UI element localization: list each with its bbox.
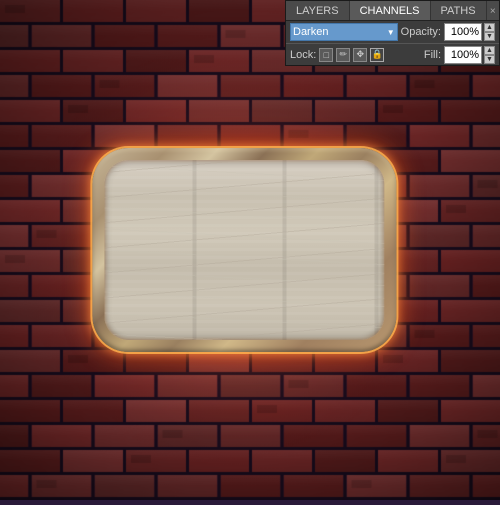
lock-position-button[interactable]: ✥ xyxy=(353,48,367,62)
opacity-input-group: ▲ ▼ xyxy=(444,23,495,41)
tab-layers[interactable]: LAYERS xyxy=(286,1,350,20)
blend-mode-dropdown[interactable]: Darken ▼ xyxy=(290,23,398,41)
fill-label: Fill: xyxy=(424,49,441,61)
canvas-area xyxy=(0,0,500,500)
tab-channels[interactable]: CHANNELS xyxy=(350,1,431,20)
lock-label: Lock: xyxy=(290,49,316,61)
opacity-label: Opacity: xyxy=(401,26,441,38)
opacity-input[interactable] xyxy=(444,23,482,41)
sign-glow-line xyxy=(104,160,384,340)
lock-all-button[interactable]: 🔒 xyxy=(370,48,384,62)
lock-transparent-button[interactable]: □ xyxy=(319,48,333,62)
fill-input-group: ▲ ▼ xyxy=(444,46,495,64)
panel-tabs: LAYERS CHANNELS PATHS × xyxy=(286,1,499,21)
fill-up-button[interactable]: ▲ xyxy=(484,46,495,55)
sign-board xyxy=(104,160,384,340)
ps-panel: LAYERS CHANNELS PATHS × Darken ▼ Opacity… xyxy=(285,0,500,66)
panel-close-button[interactable]: × xyxy=(487,1,499,21)
opacity-stepper: ▲ ▼ xyxy=(484,23,495,41)
blend-mode-row: Darken ▼ Opacity: ▲ ▼ xyxy=(286,21,499,43)
blend-mode-arrow: ▼ xyxy=(387,28,395,37)
opacity-down-button[interactable]: ▼ xyxy=(484,32,495,41)
fill-stepper: ▲ ▼ xyxy=(484,46,495,64)
tab-paths[interactable]: PATHS xyxy=(431,1,487,20)
fill-input[interactable] xyxy=(444,46,482,64)
lock-pixels-button[interactable]: ✏ xyxy=(336,48,350,62)
opacity-up-button[interactable]: ▲ xyxy=(484,23,495,32)
lock-row: Lock: □ ✏ ✥ 🔒 Fill: ▲ ▼ xyxy=(286,43,499,65)
sign-container xyxy=(104,160,384,340)
fill-down-button[interactable]: ▼ xyxy=(484,55,495,64)
